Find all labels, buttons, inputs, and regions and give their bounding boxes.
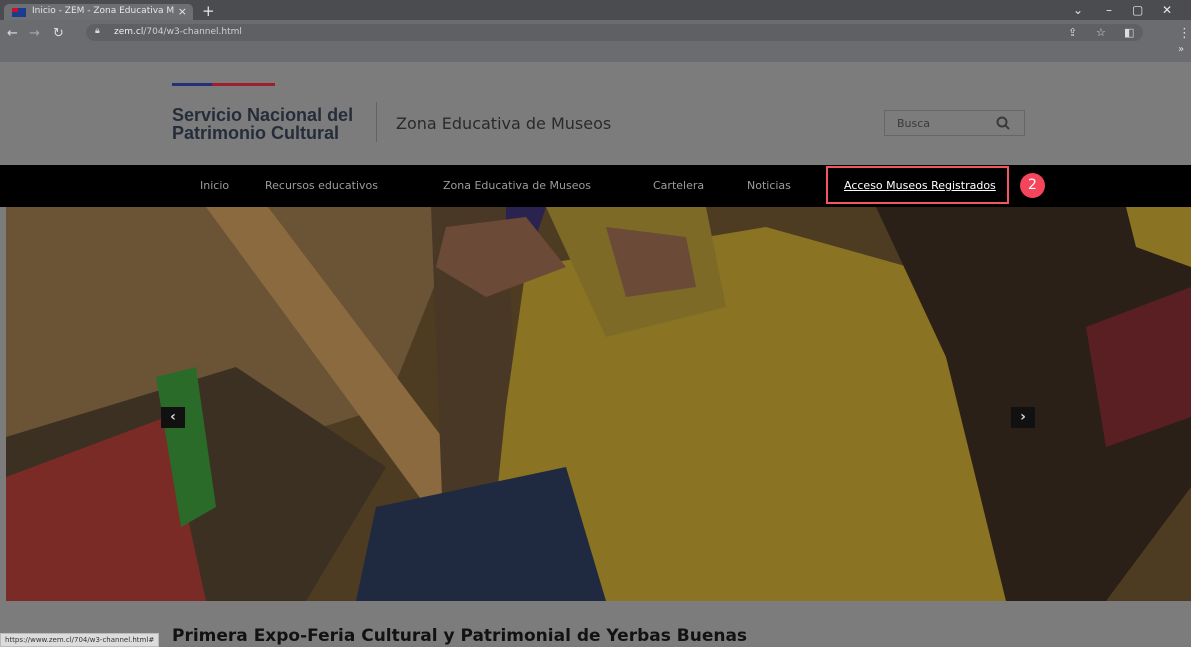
sidebar-icon[interactable]: ◧ bbox=[1124, 26, 1134, 39]
main-navbar: Inicio Recursos educativos Zona Educativ… bbox=[0, 165, 1191, 207]
forward-icon[interactable]: → bbox=[29, 26, 40, 41]
web-page: Servicio Nacional del Patrimonio Cultura… bbox=[0, 62, 1191, 647]
browser-toolbar: ← → ↻ 🔒︎ zem.cl/704/w3-channel.html ⇪ ☆ … bbox=[0, 20, 1191, 62]
search-icon[interactable] bbox=[995, 115, 1013, 131]
close-window-button[interactable]: ✕ bbox=[1162, 3, 1172, 17]
search-form bbox=[884, 110, 1025, 136]
nav-item-noticias[interactable]: Noticias bbox=[747, 179, 791, 192]
highlight-box bbox=[826, 166, 1009, 204]
tab-title: Inicio - ZEM - Zona Educativa Museos bbox=[32, 6, 174, 16]
address-bar[interactable]: 🔒︎ zem.cl/704/w3-channel.html ⇪ ☆ ◧ bbox=[86, 24, 1143, 41]
nav-item-cartelera[interactable]: Cartelera bbox=[653, 179, 704, 192]
nav-item-inicio[interactable]: Inicio bbox=[200, 179, 229, 192]
search-input[interactable] bbox=[885, 111, 997, 135]
bookmarks-overflow-icon[interactable]: » bbox=[1178, 44, 1184, 55]
tab-search-icon[interactable]: ⌄ bbox=[1073, 3, 1083, 17]
browser-tab[interactable]: Inicio - ZEM - Zona Educativa Museos × bbox=[4, 4, 193, 20]
site-logo[interactable]: Servicio Nacional del Patrimonio Cultura… bbox=[172, 106, 353, 142]
nav-item-zona-educativa[interactable]: Zona Educativa de Museos bbox=[443, 179, 591, 192]
hero-carousel: ‹ › bbox=[6, 207, 1191, 601]
step-badge: 2 bbox=[1020, 173, 1045, 198]
flag-stripe bbox=[172, 83, 275, 86]
logo-line-1: Servicio Nacional del bbox=[172, 105, 354, 125]
favicon-icon bbox=[12, 8, 26, 17]
new-tab-button[interactable]: + bbox=[202, 2, 215, 20]
share-icon[interactable]: ⇪ bbox=[1068, 26, 1077, 39]
restore-button[interactable]: ▢ bbox=[1132, 3, 1143, 17]
minimize-button[interactable]: – bbox=[1106, 3, 1112, 17]
logo-line-2: Patrimonio Cultural bbox=[172, 123, 340, 143]
back-icon[interactable]: ← bbox=[7, 26, 18, 41]
reload-icon[interactable]: ↻ bbox=[53, 26, 64, 41]
site-name[interactable]: Zona Educativa de Museos bbox=[396, 114, 611, 133]
chevron-left-icon[interactable]: ‹ bbox=[161, 407, 185, 428]
menu-icon[interactable]: ⋮ bbox=[1178, 26, 1191, 41]
tab-close-icon[interactable]: × bbox=[178, 5, 187, 18]
lock-icon: 🔒︎ bbox=[95, 26, 100, 36]
article-title[interactable]: Primera Expo-Feria Cultural y Patrimonia… bbox=[172, 626, 747, 646]
url-text: zem.cl/704/w3-channel.html bbox=[114, 27, 242, 37]
chevron-right-icon[interactable]: › bbox=[1011, 407, 1035, 428]
star-icon[interactable]: ☆ bbox=[1096, 26, 1106, 39]
browser-tabstrip: Inicio - ZEM - Zona Educativa Museos × +… bbox=[0, 0, 1191, 20]
nav-item-recursos-educativos[interactable]: Recursos educativos bbox=[265, 179, 378, 192]
hero-image bbox=[6, 207, 1191, 601]
header-divider bbox=[376, 102, 377, 142]
